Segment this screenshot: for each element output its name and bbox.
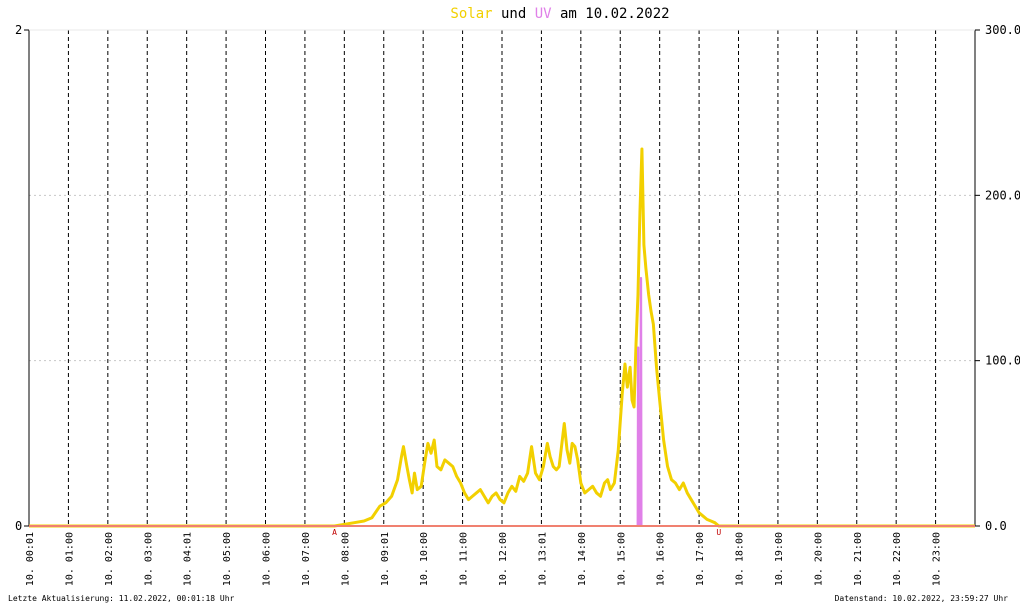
title-solar: Solar [450, 6, 492, 22]
x-tick-label-6: 10. 06:00 [262, 532, 273, 586]
x-tick-label-5: 10. 05:00 [222, 532, 233, 586]
title-und: und [493, 6, 535, 22]
x-tick-label-19: 10. 19:00 [774, 532, 785, 586]
x-tick-label-11: 10. 11:00 [459, 532, 470, 586]
x-tick-label-7: 10. 07:00 [301, 532, 312, 586]
x-tick-label-3: 10. 03:00 [143, 532, 154, 586]
x-tick-label-18: 10. 18:00 [735, 532, 746, 586]
x-tick-label-1: 10. 01:00 [64, 532, 75, 586]
chart-title: Solar und UV am 10.02.2022 [450, 6, 669, 22]
x-tick-label-22: 10. 22:00 [892, 532, 903, 586]
chart-background [0, 0, 1020, 606]
x-tick-label-9: 10. 09:01 [380, 532, 391, 586]
x-tick-label-4: 10. 04:01 [183, 532, 194, 586]
right-tick-label-2: 200.0 [985, 188, 1020, 202]
left-tick-label-0: 0 [15, 519, 22, 533]
x-tick-label-10: 10. 10:00 [419, 532, 430, 586]
left-tick-label-1: 2 [15, 23, 22, 37]
x-tick-label-21: 10. 21:00 [853, 532, 864, 586]
solar-uv-chart: Solar und UV am 10.02.2022 A U 0 2 0.0 100.0… [0, 0, 1020, 606]
right-tick-label-0: 0.0 [985, 519, 1007, 533]
x-tick-label-15: 10. 15:00 [616, 532, 627, 586]
sunset-marker: U [716, 528, 721, 537]
x-tick-label-20: 10. 20:00 [813, 532, 824, 586]
right-tick-label-3: 300.0 [985, 23, 1020, 37]
x-tick-label-16: 10. 16:00 [656, 532, 667, 586]
footer-data-status: Datenstand: 10.02.2022, 23:59:27 Uhr [835, 594, 1009, 603]
x-tick-label-17: 10. 17:00 [695, 532, 706, 586]
x-tick-label-13: 10. 13:01 [537, 532, 548, 586]
footer-last-update: Letzte Aktualisierung: 11.02.2022, 00:01… [8, 594, 235, 603]
x-tick-label-8: 10. 08:00 [340, 532, 351, 586]
x-tick-label-23: 10. 23:00 [932, 532, 943, 586]
title-date: am 10.02.2022 [552, 6, 670, 22]
x-tick-label-0: 10. 00:01 [25, 532, 36, 586]
sunrise-marker: A [332, 528, 337, 537]
right-tick-label-1: 100.0 [985, 354, 1020, 368]
title-uv: UV [535, 6, 552, 22]
x-tick-label-14: 10. 14:00 [577, 532, 588, 586]
x-tick-label-2: 10. 02:00 [104, 532, 115, 586]
x-tick-label-12: 10. 12:00 [498, 532, 509, 586]
